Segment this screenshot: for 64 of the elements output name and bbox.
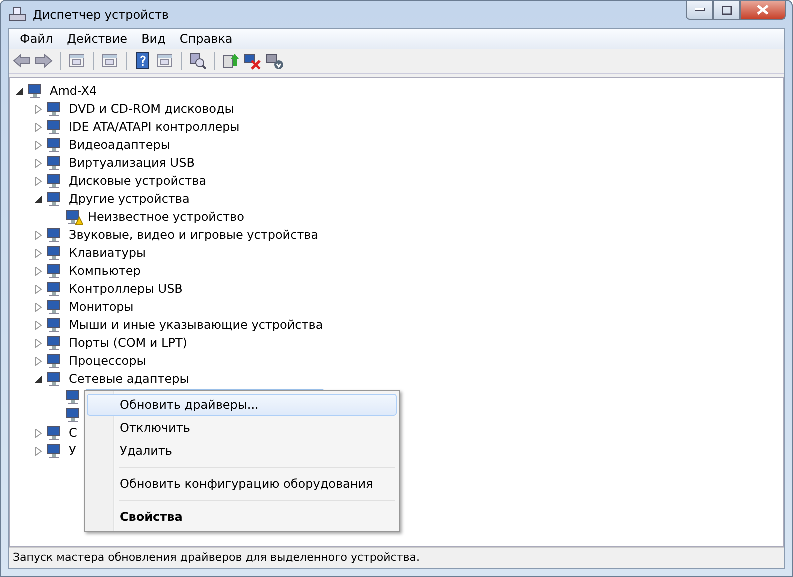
- close-button[interactable]: [740, 1, 786, 20]
- expand-arrow-icon[interactable]: [35, 302, 43, 312]
- minimize-button[interactable]: [686, 1, 713, 20]
- expand-arrow-icon[interactable]: [35, 266, 43, 276]
- tree-item[interactable]: Порты (COM и LPT): [67, 336, 190, 350]
- expand-arrow-icon[interactable]: [35, 320, 43, 330]
- expand-arrow-icon[interactable]: [35, 284, 43, 294]
- collapse-arrow-icon[interactable]: [35, 194, 43, 204]
- expand-arrow-icon[interactable]: [35, 230, 43, 240]
- menu-item[interactable]: Действие: [60, 31, 135, 47]
- expand-arrow-icon[interactable]: [35, 428, 43, 438]
- expand-arrow-icon[interactable]: [35, 140, 43, 150]
- tree-item[interactable]: DVD и CD-ROM дисководы: [67, 102, 236, 116]
- expand-arrow-icon[interactable]: [35, 176, 43, 186]
- expand-arrow-icon[interactable]: [35, 338, 43, 348]
- context-menu-item[interactable]: Отключить: [87, 417, 397, 439]
- expand-arrow-icon[interactable]: [35, 248, 43, 258]
- tree-item[interactable]: Другие устройства: [67, 192, 192, 206]
- tree-item[interactable]: Клавиатуры: [67, 246, 148, 260]
- tree-item[interactable]: Мониторы: [67, 300, 136, 314]
- window-title: Диспетчер устройств: [33, 8, 170, 22]
- disable-device-icon[interactable]: [266, 52, 284, 70]
- uninstall-device-icon[interactable]: [244, 52, 262, 70]
- tree-item[interactable]: Компьютер: [67, 264, 143, 278]
- tree-item[interactable]: С: [67, 426, 80, 440]
- expand-arrow-icon[interactable]: [35, 446, 43, 456]
- tree-item[interactable]: Виртуализация USB: [67, 156, 197, 170]
- console-tree-icon[interactable]: [68, 52, 86, 70]
- context-menu-item[interactable]: Свойства: [87, 506, 397, 528]
- tree-item[interactable]: Видеоадаптеры: [67, 138, 172, 152]
- tree-item[interactable]: Сетевые адаптеры: [67, 372, 192, 386]
- minimize-icon: [694, 8, 704, 12]
- maximize-icon: [722, 6, 732, 14]
- expand-arrow-icon[interactable]: [35, 158, 43, 168]
- expand-arrow-icon[interactable]: [35, 104, 43, 114]
- computer-icon: [9, 6, 27, 22]
- context-menu-item[interactable]: Обновить драйверы...: [87, 394, 397, 416]
- tree-item[interactable]: Неизвестное устройство: [86, 210, 246, 224]
- context-menu-item[interactable]: Обновить конфигурацию оборудования: [87, 473, 397, 495]
- forward-arrow-icon[interactable]: [35, 52, 53, 70]
- tree-item[interactable]: Контроллеры USB: [67, 282, 185, 296]
- tree-item[interactable]: У: [67, 444, 78, 458]
- menu-item[interactable]: Вид: [134, 31, 173, 47]
- close-icon: [757, 5, 769, 15]
- tree-item[interactable]: Дисковые устройства: [67, 174, 209, 188]
- collapse-arrow-icon[interactable]: [16, 86, 24, 96]
- tree-item[interactable]: Amd-X4: [48, 84, 100, 98]
- status-bar: Запуск мастера обновления драйверов для выделенного устройства.: [9, 547, 784, 568]
- menu-item[interactable]: Справка: [172, 31, 240, 47]
- back-arrow-icon[interactable]: [13, 52, 31, 70]
- tree-item[interactable]: IDE ATA/ATAPI контроллеры: [67, 120, 242, 134]
- tree-item[interactable]: Мыши и иные указывающие устройства: [67, 318, 326, 332]
- context-menu-item[interactable]: Удалить: [87, 440, 397, 462]
- expand-arrow-icon[interactable]: [35, 356, 43, 366]
- scan-hardware-icon[interactable]: [189, 52, 207, 70]
- collapse-arrow-icon[interactable]: [35, 374, 43, 384]
- maximize-button[interactable]: [713, 1, 740, 20]
- update-driver-icon[interactable]: [222, 52, 240, 70]
- expand-arrow-icon[interactable]: [35, 122, 43, 132]
- menu-item[interactable]: Файл: [13, 31, 60, 47]
- properties-icon[interactable]: [101, 52, 119, 70]
- tree-item[interactable]: Процессоры: [67, 354, 148, 368]
- tree-item[interactable]: Звуковые, видео и игровые устройства: [67, 228, 321, 242]
- help-icon[interactable]: [134, 52, 152, 70]
